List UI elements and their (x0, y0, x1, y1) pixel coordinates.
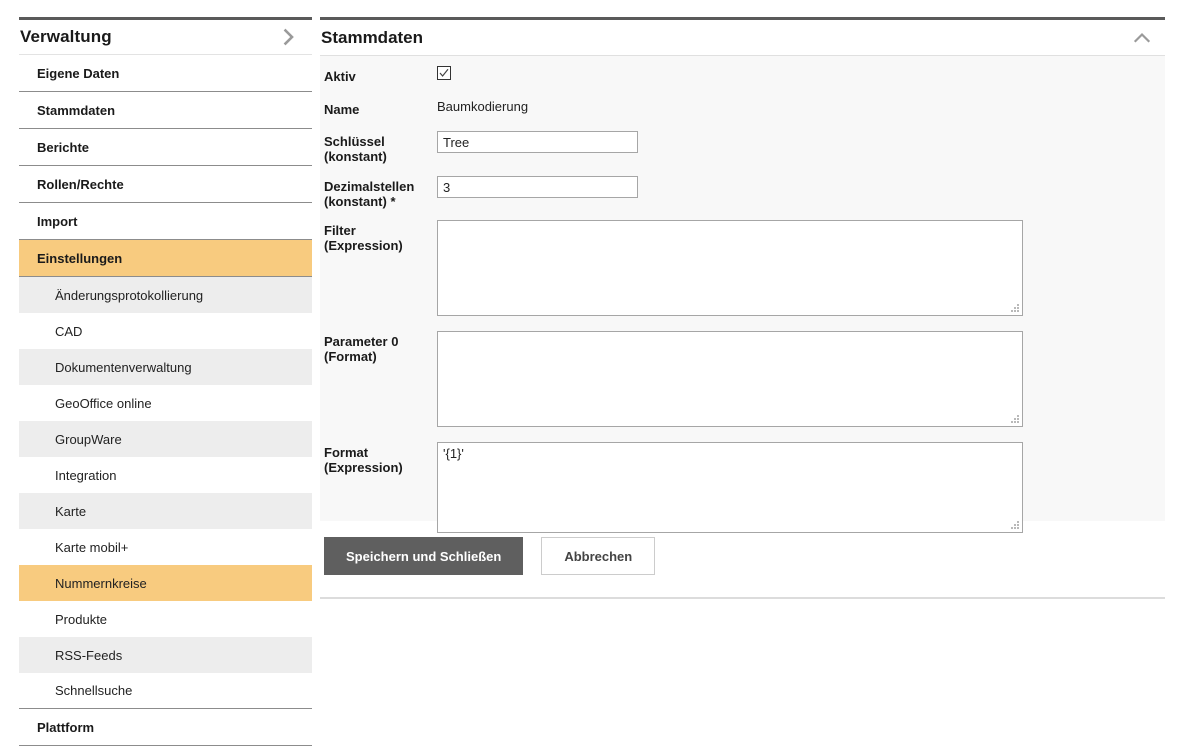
schluessel-input[interactable] (437, 131, 638, 153)
sidebar-item-label: GroupWare (55, 432, 122, 447)
field-control-name: Baumkodierung (437, 99, 1165, 114)
save-and-close-button[interactable]: Speichern und Schließen (324, 537, 523, 575)
field-row-schluessel: Schlüssel (konstant) (320, 131, 1165, 164)
sidebar-item-produkte[interactable]: Produkte (19, 601, 312, 637)
sidebar-item-label: RSS-Feeds (55, 648, 122, 663)
navigation-sidebar: Verwaltung Eigene Daten Stammdaten Bericht… (19, 17, 312, 753)
field-control-dezimalstellen (437, 176, 1165, 198)
label-name: Name (324, 99, 437, 117)
sidebar-item-label: Integration (55, 468, 116, 483)
detail-panel: Stammdaten Aktiv (320, 17, 1165, 753)
sidebar-header: Verwaltung (19, 17, 312, 55)
format-textarea[interactable]: '{1}' (437, 442, 1023, 533)
label-dezimalstellen: Dezimalstellen (konstant) * (324, 176, 437, 209)
field-control-parameter0 (437, 331, 1165, 430)
field-control-aktiv (437, 66, 1165, 83)
field-control-filter (437, 220, 1165, 319)
label-parameter0: Parameter 0 (Format) (324, 331, 437, 364)
sidebar-item-label: Berichte (37, 140, 89, 155)
sidebar-item-list: Eigene Daten Stammdaten Berichte Rollen/Rec… (19, 55, 312, 746)
sidebar-item-label: Stammdaten (37, 103, 115, 118)
sidebar-item-rollen-rechte[interactable]: Rollen/Rechte (19, 166, 312, 203)
chevron-up-icon[interactable] (1131, 27, 1153, 49)
name-value: Baumkodierung (437, 98, 528, 114)
parameter0-textarea-wrap (437, 331, 1023, 427)
sidebar-item-geooffice-online[interactable]: GeoOffice online (19, 385, 312, 421)
sidebar-item-rss-feeds[interactable]: RSS-Feeds (19, 637, 312, 673)
sidebar-item-label: Nummernkreise (55, 576, 147, 591)
application-root: Verwaltung Eigene Daten Stammdaten Bericht… (0, 0, 1183, 753)
aktiv-checkbox[interactable] (437, 66, 451, 80)
bottom-divider (320, 597, 1165, 599)
sidebar-item-label: Eigene Daten (37, 66, 119, 81)
format-textarea-wrap: '{1}' (437, 442, 1023, 533)
sidebar-item-dokumentenverwaltung[interactable]: Dokumentenverwaltung (19, 349, 312, 385)
field-control-format: '{1}' (437, 442, 1165, 536)
cancel-button[interactable]: Abbrechen (541, 537, 655, 575)
dezimalstellen-input[interactable] (437, 176, 638, 198)
field-row-aktiv: Aktiv (320, 66, 1165, 84)
chevron-right-icon[interactable] (278, 26, 300, 48)
sidebar-item-label: Einstellungen (37, 251, 122, 266)
sidebar-item-label: CAD (55, 324, 82, 339)
sidebar-item-schnellsuche[interactable]: Schnellsuche (19, 673, 312, 709)
parameter0-textarea[interactable] (437, 331, 1023, 427)
sidebar-item-label: Plattform (37, 720, 94, 735)
sidebar-item-integration[interactable]: Integration (19, 457, 312, 493)
filter-textarea-wrap (437, 220, 1023, 316)
filter-textarea[interactable] (437, 220, 1023, 316)
sidebar-item-berichte[interactable]: Berichte (19, 129, 312, 166)
master-data-form: Aktiv Name Baumkodierung Schlüs (320, 55, 1165, 521)
sidebar-title: Verwaltung (19, 27, 278, 47)
sidebar-item-label: Änderungsprotokollierung (55, 288, 203, 303)
sidebar-item-label: Produkte (55, 612, 107, 627)
sidebar-item-cad[interactable]: CAD (19, 313, 312, 349)
label-format: Format (Expression) (324, 442, 437, 475)
sidebar-item-nummernkreise[interactable]: Nummernkreise (19, 565, 312, 601)
sidebar-item-label: Rollen/Rechte (37, 177, 124, 192)
sidebar-item-label: Karte (55, 504, 86, 519)
label-filter: Filter (Expression) (324, 220, 437, 253)
field-control-schluessel (437, 131, 1165, 153)
field-row-format: Format (Expression) '{1}' (320, 442, 1165, 536)
sidebar-item-eigene-daten[interactable]: Eigene Daten (19, 55, 312, 92)
sidebar-item-groupware[interactable]: GroupWare (19, 421, 312, 457)
field-row-name: Name Baumkodierung (320, 99, 1165, 117)
sidebar-item-stammdaten[interactable]: Stammdaten (19, 92, 312, 129)
sidebar-item-plattform[interactable]: Plattform (19, 709, 312, 746)
field-row-dezimalstellen: Dezimalstellen (konstant) * (320, 176, 1165, 209)
panel-header: Stammdaten (320, 17, 1165, 55)
sidebar-item-label: Schnellsuche (55, 683, 132, 698)
label-schluessel: Schlüssel (konstant) (324, 131, 437, 164)
field-row-parameter0: Parameter 0 (Format) (320, 331, 1165, 430)
sidebar-item-label: Karte mobil+ (55, 540, 128, 555)
sidebar-item-karte-mobil[interactable]: Karte mobil+ (19, 529, 312, 565)
sidebar-item-label: Import (37, 214, 77, 229)
field-row-filter: Filter (Expression) (320, 220, 1165, 319)
sidebar-item-import[interactable]: Import (19, 203, 312, 240)
sidebar-item-label: Dokumentenverwaltung (55, 360, 192, 375)
label-aktiv: Aktiv (324, 66, 437, 84)
page-title: Stammdaten (320, 28, 1131, 48)
sidebar-item-label: GeoOffice online (55, 396, 152, 411)
sidebar-item-karte[interactable]: Karte (19, 493, 312, 529)
sidebar-item-anderungsprotokollierung[interactable]: Änderungsprotokollierung (19, 277, 312, 313)
sidebar-item-einstellungen[interactable]: Einstellungen (19, 240, 312, 277)
